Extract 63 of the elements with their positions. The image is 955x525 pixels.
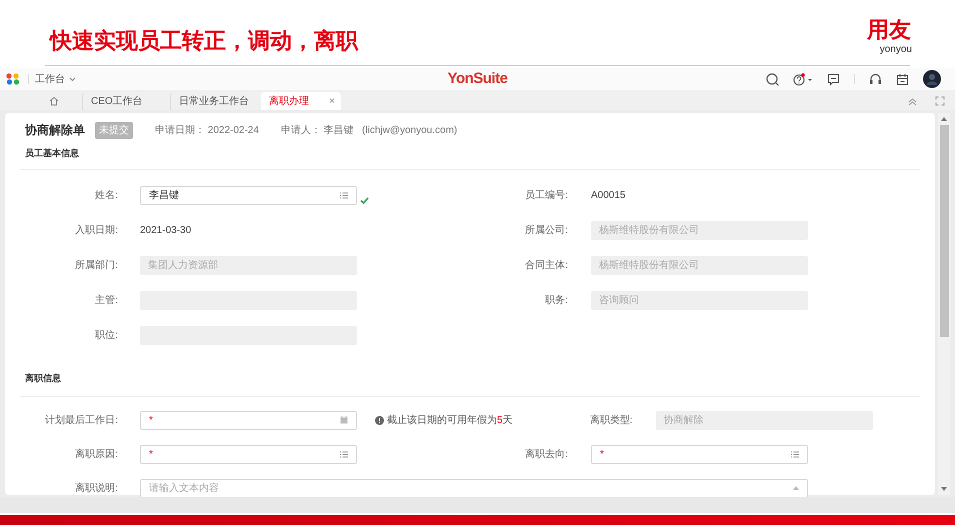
field-label: 入职日期: <box>74 224 118 238</box>
field-label: 计划最后工作日: <box>44 414 118 428</box>
field-label: 离职原因: <box>74 448 118 462</box>
info-icon <box>375 416 384 424</box>
logo-text: 用友 <box>866 18 911 44</box>
list-icon <box>791 450 799 458</box>
status-badge: 未提交 <box>95 122 133 138</box>
readonly-field: 集团人力资源部 <box>140 256 357 274</box>
field-label: 合同主体: <box>524 258 568 272</box>
help-icon[interactable] <box>793 72 813 86</box>
readonly-field: 杨斯维特股份有限公司 <box>591 256 808 274</box>
field-label: 职位: <box>94 328 118 342</box>
fullscreen-icon[interactable] <box>935 96 945 106</box>
home-icon <box>49 96 59 106</box>
tab[interactable]: 离职办理 × <box>261 92 341 110</box>
readonly-field: 杨斯维特股份有限公司 <box>591 220 808 240</box>
caret-icon <box>69 76 76 82</box>
headset-icon[interactable] <box>869 72 882 86</box>
application-date: 申请日期： 2022-02-24 <box>155 124 259 138</box>
avatar-icon[interactable] <box>923 70 941 88</box>
scrollbar[interactable] <box>938 113 950 495</box>
field-label: 所属部门: <box>74 258 118 272</box>
calendar-icon <box>340 416 348 424</box>
date-field[interactable]: * <box>140 410 357 430</box>
slide-title: 快速实现员工转正，调动，离职 <box>50 28 358 56</box>
field-label: 职务: <box>544 294 568 308</box>
field-label: 姓名: <box>94 188 118 202</box>
brand-logo: YonSuite <box>448 68 508 89</box>
select-field[interactable]: * <box>591 444 808 464</box>
app-logo-icon[interactable] <box>6 73 20 85</box>
section-heading: 离职信息 <box>24 372 62 386</box>
logo-subtext: yonyou <box>880 44 912 56</box>
list-icon <box>340 450 348 458</box>
calendar-icon[interactable] <box>896 72 909 86</box>
field-label: 离职类型: <box>588 414 633 428</box>
field-value: A00015 <box>591 188 626 202</box>
scroll-down-icon[interactable] <box>941 487 947 491</box>
select-field[interactable]: * <box>140 444 357 464</box>
readonly-field: 咨询顾问 <box>591 290 808 310</box>
section-heading: 员工基本信息 <box>24 147 80 160</box>
search-icon[interactable] <box>766 72 779 86</box>
required-mark: * <box>149 448 153 462</box>
scroll-up-icon <box>793 486 799 490</box>
message-icon[interactable] <box>827 72 840 86</box>
double-chevron-up-icon[interactable] <box>908 96 917 106</box>
field-label: 所属公司: <box>524 224 568 238</box>
field-label: 离职说明: <box>74 482 118 496</box>
required-mark: * <box>600 448 604 462</box>
list-icon <box>340 192 348 198</box>
hint-text: 截止该日期的可用年假为5天 <box>387 414 513 428</box>
applicant: 申请人： 李昌键 (lichjw@yonyou.com) <box>280 124 458 138</box>
scroll-up-icon[interactable] <box>941 117 947 121</box>
required-mark: * <box>149 414 153 428</box>
readonly-field: 协商解除 <box>656 410 873 430</box>
form-title: 协商解除单 <box>25 122 85 139</box>
scrollbar-thumb[interactable] <box>940 125 948 337</box>
close-tab-button[interactable]: × <box>329 94 335 108</box>
select-field[interactable]: 李昌键 <box>140 186 357 204</box>
field-label: 员工编号: <box>524 188 568 202</box>
field-label: 离职去向: <box>524 448 568 462</box>
field-label: 主管: <box>94 294 118 308</box>
workspace-dropdown[interactable]: 工作台 <box>35 72 76 86</box>
field-value: 2021-03-30 <box>140 224 192 238</box>
